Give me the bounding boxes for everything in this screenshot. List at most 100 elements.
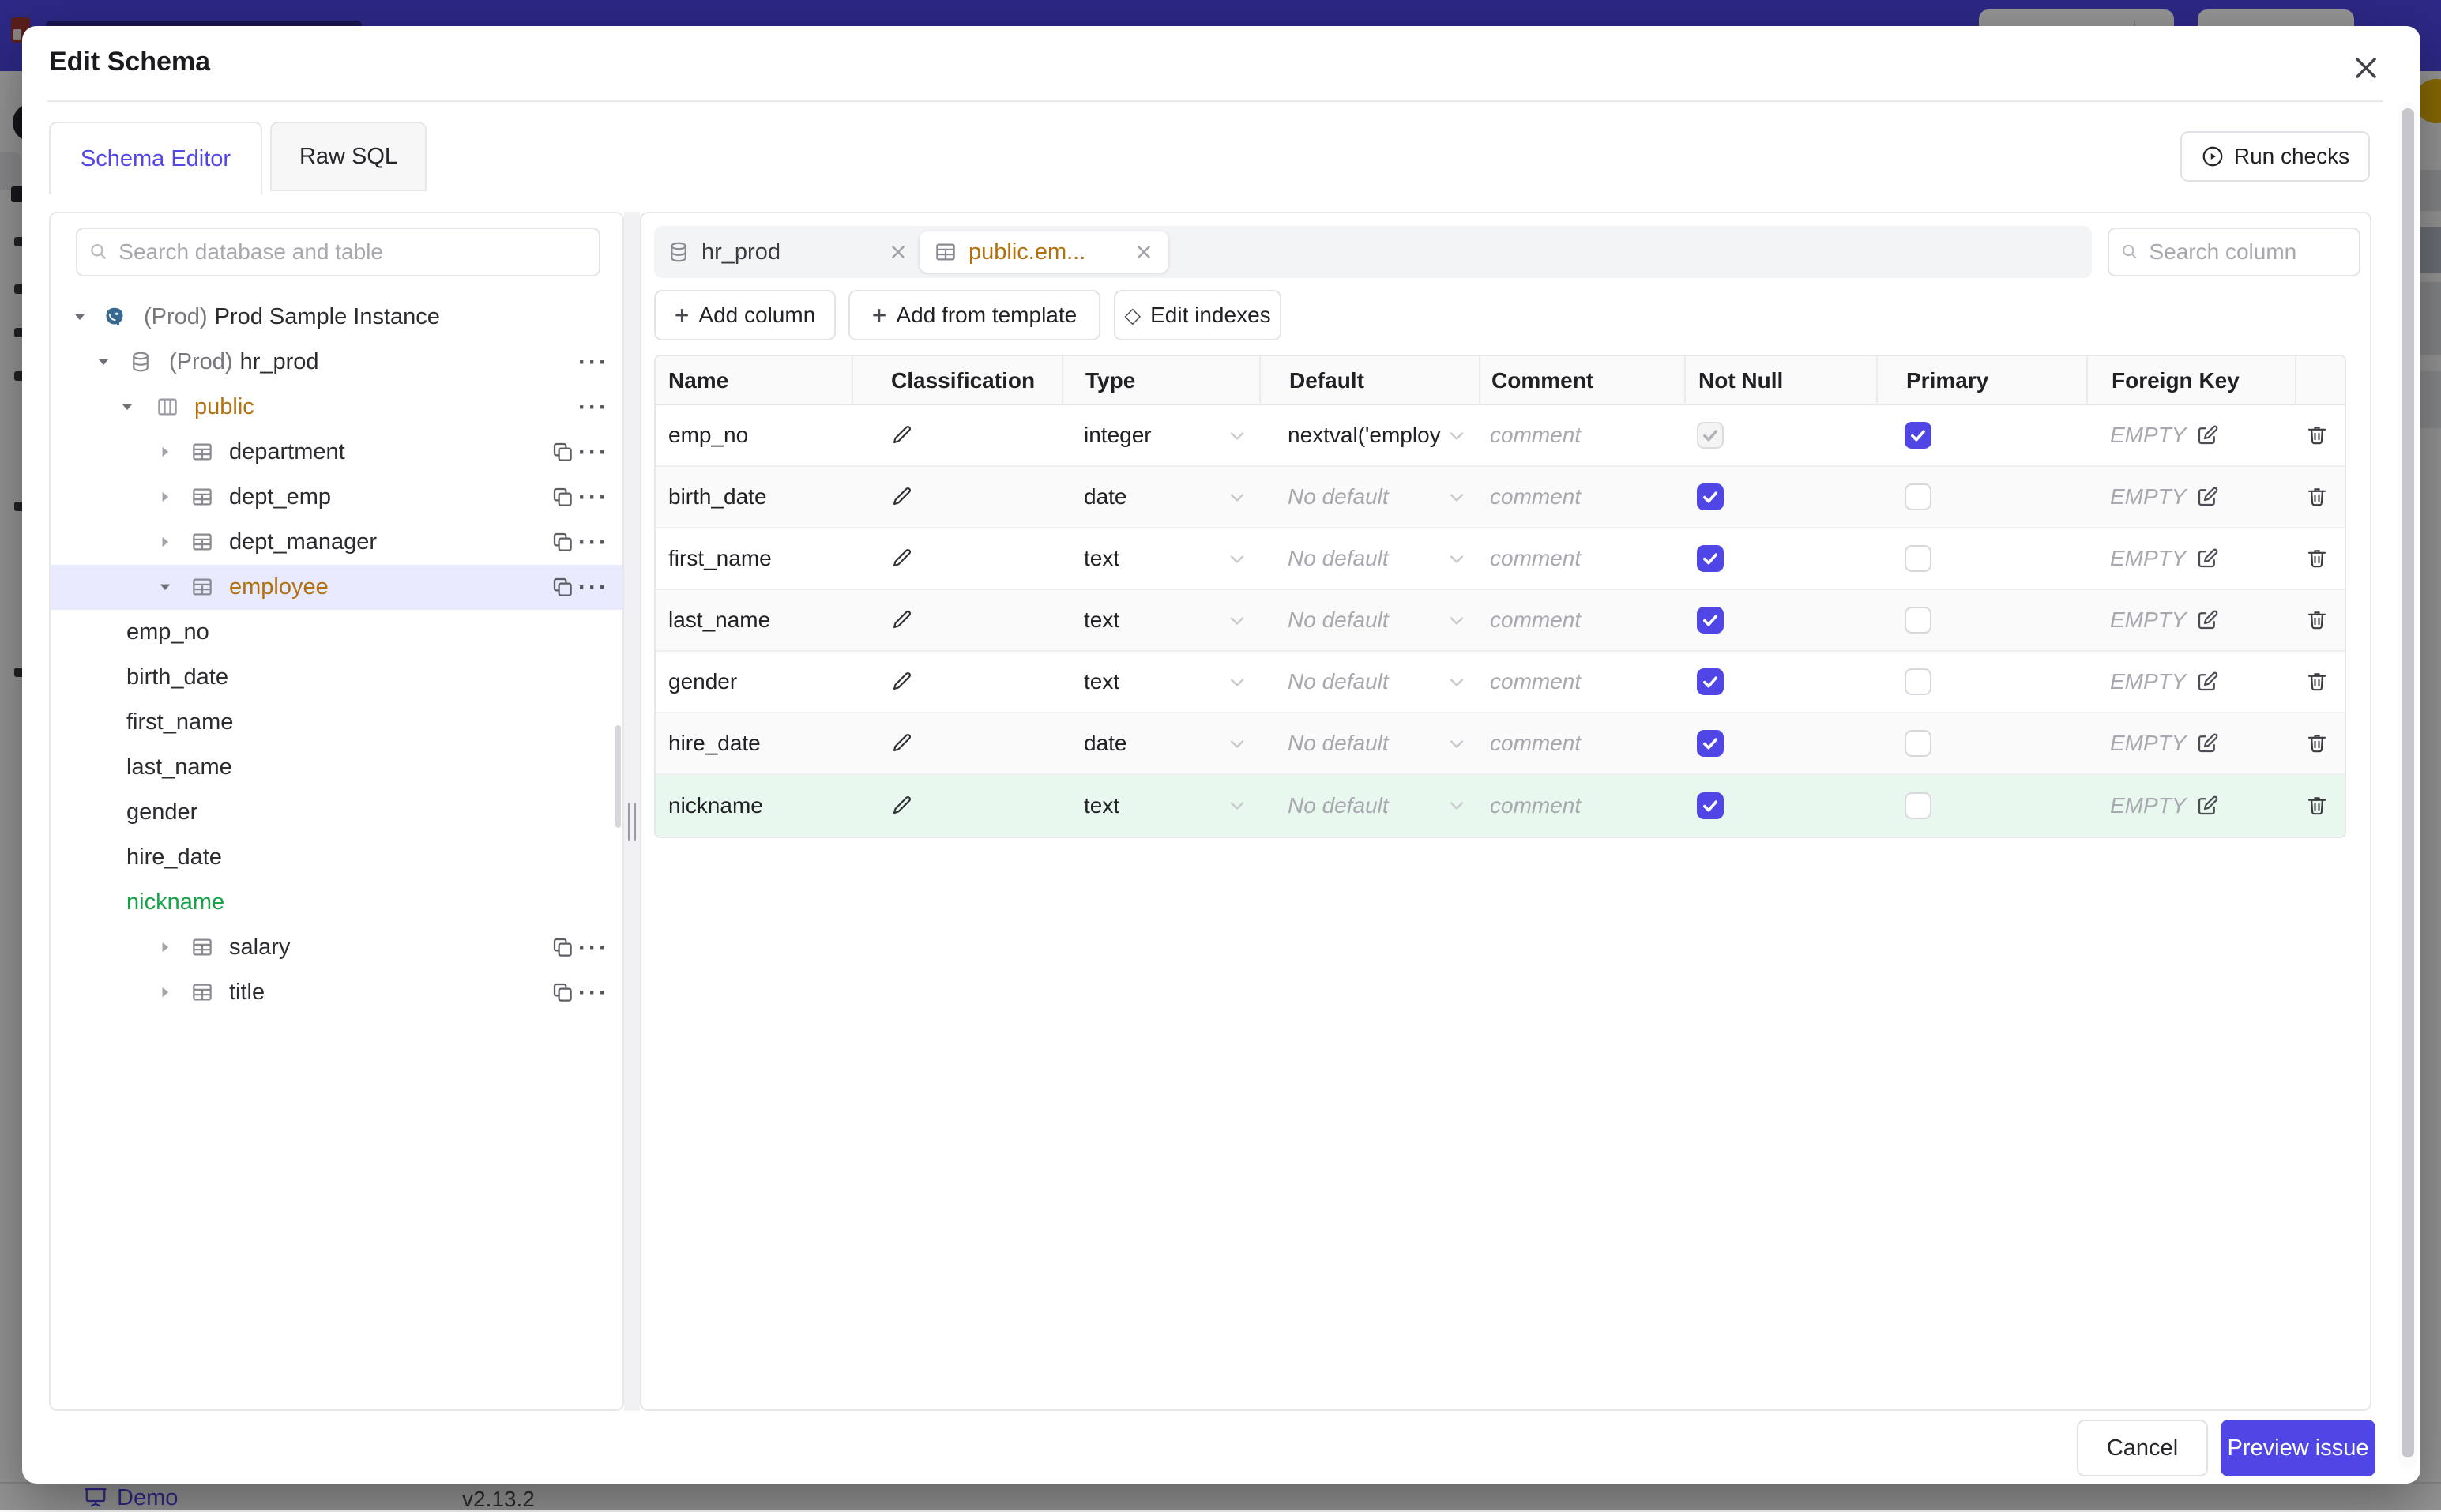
run-checks-button[interactable]: Run checks xyxy=(2180,131,2370,182)
tree-item-first_name[interactable]: first_name xyxy=(51,700,622,745)
chip-public-employee[interactable]: public.em... xyxy=(920,231,1168,273)
more-menu-icon[interactable]: ··· xyxy=(578,970,609,1015)
cancel-button[interactable]: Cancel xyxy=(2077,1420,2208,1476)
tree-item-dept_manager[interactable]: dept_manager··· xyxy=(51,520,622,565)
not-null-checkbox-checked[interactable] xyxy=(1697,545,1724,572)
not-null-checkbox-checked[interactable] xyxy=(1697,607,1724,634)
copy-icon[interactable] xyxy=(551,575,574,599)
edit-square-icon[interactable] xyxy=(2195,608,2219,632)
preview-issue-button[interactable]: Preview issue xyxy=(2221,1420,2375,1476)
tree-item-emp_no[interactable]: emp_no xyxy=(51,610,622,655)
add-column-button[interactable]: + Add column xyxy=(654,290,836,340)
trash-icon[interactable] xyxy=(2304,423,2330,448)
tree-search-input[interactable] xyxy=(118,239,588,265)
not-null-checkbox-checked[interactable] xyxy=(1697,792,1724,819)
tree-item-hr_prod[interactable]: (Prod)hr_prod··· xyxy=(51,340,622,385)
column-search-input[interactable] xyxy=(2149,239,2348,265)
trash-icon[interactable] xyxy=(2304,546,2330,571)
copy-icon[interactable] xyxy=(551,485,574,509)
type-select[interactable]: text xyxy=(1062,775,1259,837)
comment-field[interactable]: comment xyxy=(1479,405,1684,465)
tree-item-gender[interactable]: gender xyxy=(51,790,622,835)
scrollbar-thumb[interactable] xyxy=(2402,108,2414,1457)
default-select[interactable]: nextval('employ xyxy=(1259,405,1479,465)
caret-down-icon[interactable] xyxy=(118,398,136,416)
more-menu-icon[interactable]: ··· xyxy=(578,565,609,610)
tree-item-birth_date[interactable]: birth_date xyxy=(51,655,622,700)
comment-field[interactable]: comment xyxy=(1479,528,1684,589)
caret-right-icon[interactable] xyxy=(156,938,174,956)
edit-square-icon[interactable] xyxy=(2195,732,2219,755)
default-select[interactable]: No default xyxy=(1259,652,1479,712)
close-icon[interactable] xyxy=(2351,53,2381,83)
default-select[interactable]: No default xyxy=(1259,775,1479,837)
comment-field[interactable]: comment xyxy=(1479,652,1684,712)
type-select[interactable]: text xyxy=(1062,528,1259,589)
tree-item-Prod Sample Instance[interactable]: (Prod)Prod Sample Instance xyxy=(51,295,622,340)
type-select[interactable]: date xyxy=(1062,713,1259,773)
edit-square-icon[interactable] xyxy=(2195,794,2219,818)
tree-item-dept_emp[interactable]: dept_emp··· xyxy=(51,475,622,520)
caret-down-icon[interactable] xyxy=(95,353,112,370)
trash-icon[interactable] xyxy=(2304,484,2330,510)
edit-square-icon[interactable] xyxy=(2195,485,2219,509)
column-name-cell[interactable]: birth_date xyxy=(656,467,852,527)
default-select[interactable]: No default xyxy=(1259,528,1479,589)
type-select[interactable]: date xyxy=(1062,467,1259,527)
edit-square-icon[interactable] xyxy=(2195,423,2219,447)
pencil-icon[interactable] xyxy=(890,546,915,571)
tree-item-department[interactable]: department··· xyxy=(51,430,622,475)
tree-item-salary[interactable]: salary··· xyxy=(51,925,622,970)
pencil-icon[interactable] xyxy=(890,423,915,448)
comment-field[interactable]: comment xyxy=(1479,590,1684,650)
primary-checkbox-unchecked[interactable] xyxy=(1905,483,1931,510)
not-null-checkbox-checked[interactable] xyxy=(1697,668,1724,695)
add-from-template-button[interactable]: + Add from template xyxy=(848,290,1100,340)
default-select[interactable]: No default xyxy=(1259,713,1479,773)
tree-scrollbar-thumb[interactable] xyxy=(615,725,621,828)
not-null-checkbox-checked[interactable] xyxy=(1697,730,1724,757)
column-name-cell[interactable]: last_name xyxy=(656,590,852,650)
tab-schema-editor[interactable]: Schema Editor xyxy=(49,122,262,194)
more-menu-icon[interactable]: ··· xyxy=(578,475,609,520)
primary-checkbox-unchecked[interactable] xyxy=(1905,730,1931,757)
trash-icon[interactable] xyxy=(2304,669,2330,694)
more-menu-icon[interactable]: ··· xyxy=(578,925,609,970)
trash-icon[interactable] xyxy=(2304,607,2330,633)
pencil-icon[interactable] xyxy=(890,607,915,633)
tab-raw-sql[interactable]: Raw SQL xyxy=(270,122,427,191)
type-select[interactable]: text xyxy=(1062,652,1259,712)
tree-item-hire_date[interactable]: hire_date xyxy=(51,835,622,880)
caret-right-icon[interactable] xyxy=(156,533,174,551)
primary-checkbox-unchecked[interactable] xyxy=(1905,607,1931,634)
tree-item-nickname[interactable]: nickname xyxy=(51,880,622,925)
caret-down-icon[interactable] xyxy=(156,578,174,596)
tree-item-title[interactable]: title··· xyxy=(51,970,622,1015)
edit-indexes-button[interactable]: ◇ Edit indexes xyxy=(1114,290,1281,340)
copy-icon[interactable] xyxy=(551,530,574,554)
copy-icon[interactable] xyxy=(551,980,574,1004)
column-name-cell[interactable]: first_name xyxy=(656,528,852,589)
column-name-cell[interactable]: emp_no xyxy=(656,405,852,465)
column-name-cell[interactable]: hire_date xyxy=(656,713,852,773)
primary-checkbox-unchecked[interactable] xyxy=(1905,668,1931,695)
primary-checkbox-unchecked[interactable] xyxy=(1905,792,1931,819)
primary-checkbox-unchecked[interactable] xyxy=(1905,545,1931,572)
default-select[interactable]: No default xyxy=(1259,467,1479,527)
more-menu-icon[interactable]: ··· xyxy=(578,430,609,475)
more-menu-icon[interactable]: ··· xyxy=(578,340,609,385)
default-select[interactable]: No default xyxy=(1259,590,1479,650)
caret-right-icon[interactable] xyxy=(156,488,174,506)
column-name-cell[interactable]: nickname xyxy=(656,775,852,837)
type-select[interactable]: integer xyxy=(1062,405,1259,465)
column-name-cell[interactable]: gender xyxy=(656,652,852,712)
close-icon[interactable] xyxy=(1134,242,1154,262)
trash-icon[interactable] xyxy=(2304,731,2330,756)
not-null-checkbox-checked[interactable] xyxy=(1697,483,1724,510)
more-menu-icon[interactable]: ··· xyxy=(578,385,609,430)
comment-field[interactable]: comment xyxy=(1479,775,1684,837)
chip-hr-prod[interactable]: hr_prod xyxy=(667,226,908,278)
caret-down-icon[interactable] xyxy=(71,308,88,325)
panel-splitter[interactable] xyxy=(624,212,640,1411)
close-icon[interactable] xyxy=(888,242,908,262)
